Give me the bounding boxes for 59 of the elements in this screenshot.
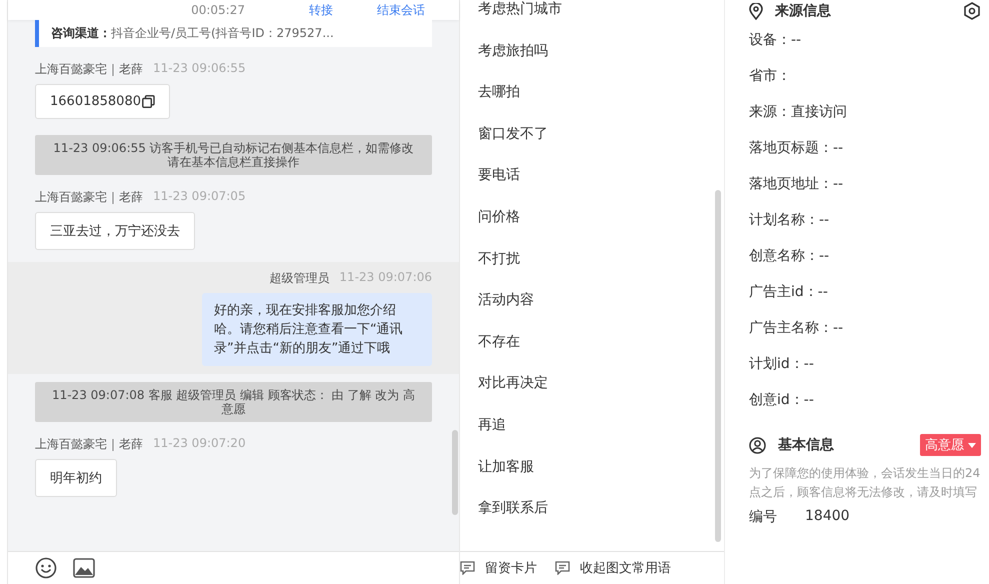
footer-button[interactable]: 留资卡片 bbox=[460, 559, 537, 577]
sender-name: 上海百懿豪宅｜老薛 bbox=[35, 436, 143, 453]
message-icon bbox=[460, 561, 475, 575]
transfer-link[interactable]: 转接 bbox=[309, 2, 333, 18]
settings-icon[interactable] bbox=[963, 2, 981, 20]
message-time: 11-23 09:07:20 bbox=[153, 436, 246, 452]
message-text: 16601858080 bbox=[50, 94, 141, 109]
info-note: 为了保障您的使用体验，会话发生当日的24点之后，顾客信息将无法修改，请及时填写 bbox=[749, 465, 981, 501]
channel-label: 咨询渠道： bbox=[51, 26, 111, 40]
system-notice: 11-23 09:07:08 客服 超级管理员 编辑 顾客状态： 由 了解 改为 高意愿 bbox=[35, 382, 432, 422]
quick-reply-item[interactable]: 考虑旅拍吗 bbox=[478, 42, 724, 84]
section-title: 基本信息 bbox=[778, 436, 834, 454]
emoji-icon[interactable] bbox=[35, 557, 57, 579]
quick-reply-item[interactable]: 再追 bbox=[478, 416, 724, 458]
quick-reply-item[interactable]: 不打扰 bbox=[478, 250, 724, 292]
info-field: 省市： bbox=[749, 58, 981, 94]
end-session-link[interactable]: 结束会话 bbox=[377, 2, 425, 18]
quick-reply-item[interactable]: 让加客服 bbox=[478, 458, 724, 500]
info-field: 设备：-- bbox=[749, 22, 981, 58]
field-value: 18400 bbox=[805, 508, 850, 526]
sender-name: 上海百懿豪宅｜老薛 bbox=[35, 61, 143, 78]
info-field: 计划名称：-- bbox=[749, 202, 981, 238]
channel-value: 抖音企业号/员工号(抖音号ID：279527... bbox=[111, 26, 334, 40]
quick-reply-item[interactable]: 去哪拍 bbox=[478, 83, 724, 125]
info-field: 落地页标题：-- bbox=[749, 130, 981, 166]
copy-icon[interactable] bbox=[142, 95, 155, 108]
info-field: 广告主id：-- bbox=[749, 274, 981, 310]
footer-button[interactable]: 收起图文常用语 bbox=[555, 559, 671, 577]
message-time: 11-23 09:07:05 bbox=[153, 189, 246, 205]
info-field: 落地页地址：-- bbox=[749, 166, 981, 202]
info-field: 广告主名称：-- bbox=[749, 310, 981, 346]
caret-icon bbox=[968, 442, 976, 448]
info-field: 创意id：-- bbox=[749, 382, 981, 418]
sender-name: 超级管理员 bbox=[269, 270, 330, 287]
quick-reply-item[interactable]: 窗口发不了 bbox=[478, 124, 724, 166]
message-text: 三亚去过，万宁还没去 bbox=[50, 223, 180, 240]
quick-reply-item[interactable]: 拿到联系后 bbox=[478, 499, 724, 541]
session-duration: 00:05:27 bbox=[191, 3, 245, 17]
info-field: 来源：直接访问 bbox=[749, 94, 981, 130]
field-label: 编号 bbox=[749, 508, 777, 526]
section-title: 来源信息 bbox=[775, 2, 831, 20]
info-field: 创意名称：-- bbox=[749, 238, 981, 274]
message-time: 11-23 09:07:06 bbox=[339, 270, 432, 286]
quick-reply-item[interactable]: 对比再决定 bbox=[478, 374, 724, 416]
quick-reply-item[interactable]: 考虑热门城市 bbox=[478, 0, 724, 42]
info-field: 计划id：-- bbox=[749, 346, 981, 382]
message-bubble: 好的亲，现在安排客服加您介绍哈。请您稍后注意查看一下“通讯录”并点击“新的朋友”通过下哦 bbox=[202, 293, 432, 366]
message-text: 明年初约 bbox=[50, 470, 102, 487]
quick-reply-item[interactable]: 不存在 bbox=[478, 332, 724, 374]
system-notice: 11-23 09:06:55 访客手机号已自动标记右侧基本信息栏，如需修改请在基本信息栏直接操作 bbox=[35, 135, 432, 175]
user-icon bbox=[749, 436, 766, 454]
quick-reply-item[interactable]: 要电话 bbox=[478, 166, 724, 208]
quick-reply-item[interactable]: 问价格 bbox=[478, 208, 724, 250]
message-time: 11-23 09:06:55 bbox=[153, 61, 246, 77]
location-pin-icon bbox=[749, 2, 763, 20]
quick-reply-item[interactable]: 活动内容 bbox=[478, 291, 724, 333]
image-icon[interactable] bbox=[73, 558, 95, 578]
sender-name: 上海百懿豪宅｜老薛 bbox=[35, 189, 143, 206]
message-icon bbox=[555, 561, 570, 575]
